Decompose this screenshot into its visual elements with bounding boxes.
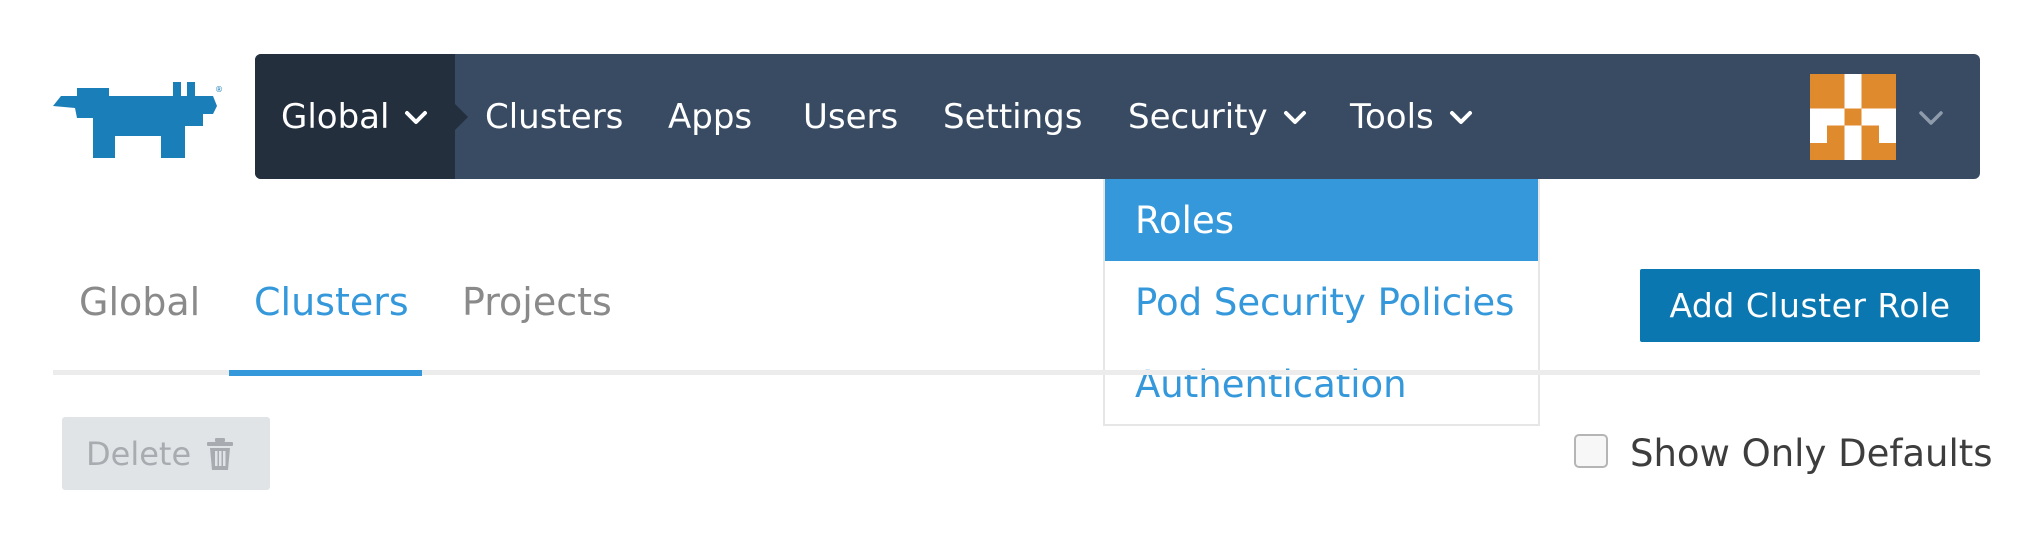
nav-clusters-label: Clusters: [485, 96, 624, 137]
svg-text:®: ®: [215, 85, 223, 94]
nav-clusters[interactable]: Clusters: [485, 54, 623, 179]
menu-item-psp-label: Pod Security Policies: [1135, 280, 1515, 324]
menu-item-roles[interactable]: Roles: [1105, 179, 1538, 261]
user-menu-chevron-icon[interactable]: [1915, 102, 1947, 134]
tab-clusters-label: Clusters: [254, 280, 409, 324]
nav-settings-label: Settings: [943, 96, 1083, 137]
menu-item-authentication[interactable]: Authentication: [1105, 343, 1538, 425]
rancher-logo-icon[interactable]: ®: [53, 78, 227, 158]
nav-security-label: Security: [1128, 96, 1268, 137]
nav-tools[interactable]: Tools: [1350, 54, 1474, 179]
nav-apps-label: Apps: [668, 96, 753, 137]
add-cluster-role-label: Add Cluster Role: [1669, 286, 1951, 325]
nav-tools-label: Tools: [1350, 96, 1434, 137]
menu-item-authentication-label: Authentication: [1135, 362, 1407, 406]
nav-apps[interactable]: Apps: [668, 54, 752, 179]
page: ® Global Clusters Apps Users Settings Se…: [0, 0, 2025, 542]
tab-global-label: Global: [79, 280, 201, 324]
menu-item-roles-label: Roles: [1135, 198, 1235, 242]
nav-security[interactable]: Security: [1128, 54, 1308, 179]
top-nav: Global Clusters Apps Users Settings Secu…: [255, 54, 1980, 179]
tab-clusters[interactable]: Clusters: [254, 280, 409, 324]
global-scope-selector[interactable]: Global: [255, 54, 468, 179]
global-scope-label: Global: [281, 96, 390, 137]
delete-label: Delete: [86, 434, 192, 473]
nav-users-label: Users: [803, 96, 899, 137]
chevron-down-icon: [1283, 110, 1306, 124]
menu-item-pod-security-policies[interactable]: Pod Security Policies: [1105, 261, 1538, 343]
show-only-defaults-checkbox[interactable]: [1574, 434, 1608, 468]
chevron-down-icon: [405, 110, 428, 124]
show-only-defaults-label[interactable]: Show Only Defaults: [1630, 432, 1993, 475]
user-avatar[interactable]: [1810, 74, 1896, 160]
chevron-down-icon: [1449, 110, 1472, 124]
nav-users[interactable]: Users: [803, 54, 898, 179]
nav-settings[interactable]: Settings: [943, 54, 1082, 179]
trash-icon: [207, 437, 234, 470]
tab-global[interactable]: Global: [79, 280, 200, 324]
tab-projects[interactable]: Projects: [462, 280, 612, 324]
delete-button[interactable]: Delete: [62, 417, 270, 490]
tab-projects-label: Projects: [462, 280, 612, 324]
scope-arrow-tip: [455, 103, 468, 130]
add-cluster-role-button[interactable]: Add Cluster Role: [1640, 269, 1980, 342]
security-dropdown-menu: Roles Pod Security Policies Authenticati…: [1103, 179, 1540, 426]
active-tab-indicator: [229, 370, 422, 376]
